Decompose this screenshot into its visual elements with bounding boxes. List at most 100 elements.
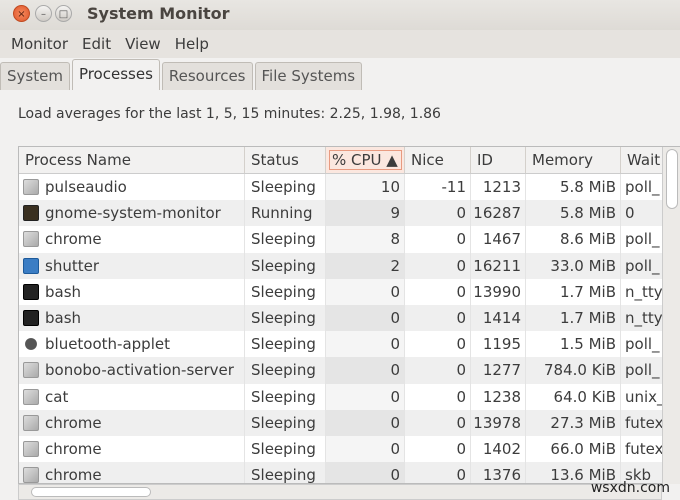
close-button[interactable]: × (13, 5, 30, 22)
watermark: wsxdn.com (590, 480, 670, 496)
process-name: gnome-system-monitor (45, 204, 221, 223)
cell-nice: 0 (405, 331, 471, 358)
table-row[interactable]: bash Sleeping 0 0 1414 1.7 MiB n_tty (19, 304, 679, 332)
process-name: bonobo-activation-server (45, 361, 234, 380)
process-icon (23, 362, 39, 379)
cell-cpu: 0 (326, 278, 405, 305)
table-row[interactable]: chrome Sleeping 0 0 1376 13.6 MiB skb (19, 462, 679, 483)
table-row[interactable]: shutter Sleeping 2 0 16211 33.0 MiB poll… (19, 252, 679, 279)
cell-nice: 0 (405, 200, 471, 227)
cell-status: Sleeping (245, 357, 326, 384)
cell-name: chrome (19, 226, 245, 253)
cell-nice: 0 (405, 252, 471, 279)
cell-name: bluetooth-applet (19, 331, 245, 358)
scroll-thumb[interactable] (31, 487, 151, 497)
cell-wait: 0 (621, 200, 663, 227)
cell-cpu: 10 (326, 174, 405, 201)
tab-system[interactable]: System (0, 62, 70, 90)
minimize-button[interactable]: – (35, 5, 52, 22)
table-row[interactable]: bash Sleeping 0 0 13990 1.7 MiB n_tty (19, 278, 679, 305)
process-name: bash (45, 309, 82, 328)
cell-status: Sleeping (245, 462, 326, 483)
scroll-thumb[interactable] (666, 149, 678, 209)
cell-nice: 0 (405, 278, 471, 305)
menu-edit[interactable]: Edit (75, 35, 118, 53)
cell-status: Sleeping (245, 226, 326, 253)
process-icon (23, 440, 39, 457)
cell-cpu: 0 (326, 304, 405, 332)
cell-status: Sleeping (245, 278, 326, 305)
cell-cpu: 9 (326, 200, 405, 227)
load-averages: Load averages for the last 1, 5, 15 minu… (18, 106, 441, 122)
cell-name: bash (19, 304, 245, 332)
cell-id: 1213 (471, 174, 526, 201)
horizontal-scrollbar[interactable] (18, 484, 662, 500)
tab-file-systems[interactable]: File Systems (254, 62, 363, 90)
process-icon (23, 283, 39, 300)
col-status[interactable]: Status (245, 147, 326, 173)
col-nice[interactable]: Nice (405, 147, 471, 173)
process-name: bash (45, 282, 82, 301)
process-name: chrome (45, 439, 102, 458)
table-row[interactable]: bluetooth-applet Sleeping 0 0 1195 1.5 M… (19, 331, 679, 358)
table-row[interactable]: gnome-system-monitor Running 9 0 16287 5… (19, 200, 679, 227)
process-icon (23, 257, 39, 274)
process-name: shutter (45, 256, 99, 275)
process-icon (23, 231, 39, 248)
cell-wait: poll_ (621, 226, 663, 253)
cell-nice: -11 (405, 174, 471, 201)
table-row[interactable]: bonobo-activation-server Sleeping 0 0 12… (19, 357, 679, 384)
cell-name: pulseaudio (19, 174, 245, 201)
table-row[interactable]: cat Sleeping 0 0 1238 64.0 KiB unix_ (19, 383, 679, 410)
menu-monitor[interactable]: Monitor (4, 35, 75, 53)
cell-cpu: 0 (326, 331, 405, 358)
process-icon (23, 467, 39, 483)
cell-cpu: 2 (326, 252, 405, 279)
cell-memory: 27.3 MiB (526, 409, 621, 436)
cell-nice: 0 (405, 383, 471, 410)
vertical-scrollbar[interactable] (662, 147, 680, 484)
cell-wait: poll_ (621, 331, 663, 358)
menu-help[interactable]: Help (168, 35, 216, 53)
cell-memory: 1.7 MiB (526, 304, 621, 332)
cell-memory: 8.6 MiB (526, 226, 621, 253)
cell-memory: 1.5 MiB (526, 331, 621, 358)
cell-memory: 64.0 KiB (526, 383, 621, 410)
cell-name: chrome (19, 409, 245, 436)
maximize-button[interactable]: □ (55, 5, 72, 22)
cell-name: bonobo-activation-server (19, 357, 245, 384)
cell-memory: 5.8 MiB (526, 200, 621, 227)
process-icon (23, 388, 39, 405)
col-wait[interactable]: Wait (621, 147, 663, 173)
cell-status: Sleeping (245, 383, 326, 410)
cell-id: 16287 (471, 200, 526, 227)
cell-nice: 0 (405, 409, 471, 436)
col-id[interactable]: ID (471, 147, 526, 173)
cell-id: 13990 (471, 278, 526, 305)
process-icon (23, 205, 39, 222)
table-row[interactable]: chrome Sleeping 8 0 1467 8.6 MiB poll_ (19, 226, 679, 253)
table-row[interactable]: chrome Sleeping 0 0 1402 66.0 MiB futex (19, 435, 679, 463)
cell-name: shutter (19, 252, 245, 279)
col-memory[interactable]: Memory (526, 147, 621, 173)
col-process-name[interactable]: Process Name (19, 147, 245, 173)
menu-view[interactable]: View (118, 35, 168, 53)
table-row[interactable]: chrome Sleeping 0 0 13978 27.3 MiB futex (19, 409, 679, 436)
cell-id: 1376 (471, 462, 526, 483)
process-icon (23, 310, 39, 327)
cell-nice: 0 (405, 304, 471, 332)
window-title: System Monitor (87, 4, 230, 23)
cell-id: 1467 (471, 226, 526, 253)
cell-nice: 0 (405, 435, 471, 463)
process-icon (23, 179, 39, 196)
process-name: chrome (45, 230, 102, 249)
cell-cpu: 0 (326, 462, 405, 483)
cell-nice: 0 (405, 226, 471, 253)
table-row[interactable]: pulseaudio Sleeping 10 -11 1213 5.8 MiB … (19, 174, 679, 201)
cell-id: 16211 (471, 252, 526, 279)
tab-processes[interactable]: Processes (71, 59, 160, 90)
process-table: Process Name Status % CPU ▲ Nice ID Memo… (18, 146, 680, 484)
cell-cpu: 0 (326, 357, 405, 384)
col-cpu[interactable]: % CPU ▲ (326, 147, 405, 173)
tab-resources[interactable]: Resources (161, 62, 253, 90)
